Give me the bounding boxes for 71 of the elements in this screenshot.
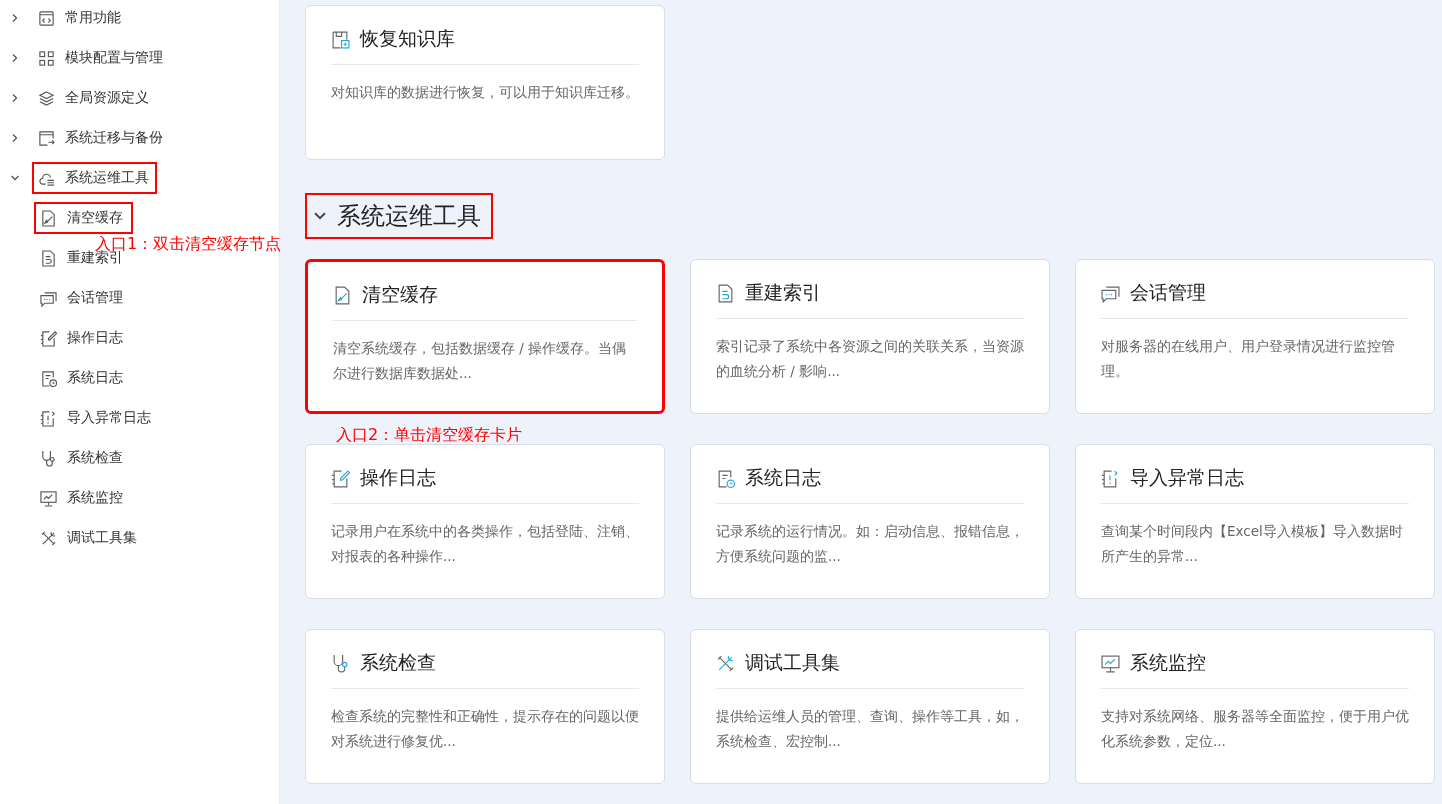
- card-description: 查询某个时间段内【Excel导入模板】导入数据时所产生的异常...: [1101, 522, 1404, 566]
- sidebar-item[interactable]: 系统监控: [36, 484, 131, 512]
- monitor-chart-icon: [1101, 653, 1120, 673]
- document-branch-icon: [40, 249, 57, 267]
- log-clock-icon: [40, 369, 57, 387]
- sidebar-item[interactable]: 系统运维工具: [34, 164, 155, 192]
- card-title: 操作日志: [360, 465, 436, 490]
- code-window-icon: [38, 9, 55, 27]
- tool-card[interactable]: 调试工具集 提供给运维人员的管理、查询、操作等工具，如，系统检查、宏控制...: [690, 629, 1050, 784]
- card-description: 清空系统缓存，包括数据缓存 / 操作缓存。当偶尔进行数据库数据处...: [333, 339, 628, 383]
- sidebar-item[interactable]: 全局资源定义: [34, 84, 155, 112]
- stethoscope-icon: [40, 449, 57, 467]
- document-alert-icon: [40, 409, 57, 427]
- card-title: 清空缓存: [362, 282, 438, 307]
- tool-card[interactable]: 操作日志 记录用户在系统中的各类操作，包括登陆、注销、对报表的各种操作...: [305, 444, 665, 599]
- card-description: 检查系统的完整性和正确性，提示存在的问题以便对系统进行修复优...: [331, 707, 639, 751]
- chevron-icon[interactable]: [10, 133, 20, 143]
- chevron-icon[interactable]: [10, 13, 20, 23]
- card-title: 恢复知识库: [360, 26, 455, 51]
- card-description: 索引记录了系统中各资源之间的关联关系，当资源的血统分析 / 影响...: [716, 337, 1024, 381]
- card-description: 记录用户在系统中的各类操作，包括登陆、注销、对报表的各种操作...: [331, 522, 639, 566]
- log-clock-icon: [716, 468, 735, 488]
- card-description: 对服务器的在线用户、用户登录情况进行监控管理。: [1101, 337, 1396, 381]
- sidebar-item[interactable]: 调试工具集: [36, 524, 145, 552]
- tool-card[interactable]: 系统检查 检查系统的完整性和正确性，提示存在的问题以便对系统进行修复优...: [305, 629, 665, 784]
- card-description: 支持对系统网络、服务器等全面监控，便于用户优化系统参数，定位...: [1101, 707, 1409, 751]
- document-restore-icon: [331, 29, 350, 49]
- sidebar-item[interactable]: 会话管理: [36, 284, 131, 312]
- document-branch-icon: [716, 283, 735, 303]
- monitor-chart-icon: [40, 489, 57, 507]
- card-title: 会话管理: [1130, 280, 1206, 305]
- tool-card[interactable]: 重建索引 索引记录了系统中各资源之间的关联关系，当资源的血统分析 / 影响...: [690, 259, 1050, 414]
- window-arrow-icon: [38, 129, 55, 147]
- sidebar-item[interactable]: 系统检查: [36, 444, 131, 472]
- tool-card[interactable]: 系统监控 支持对系统网络、服务器等全面监控，便于用户优化系统参数，定位...: [1075, 629, 1435, 784]
- card-title: 系统检查: [360, 650, 436, 675]
- pencil-note-icon: [40, 329, 57, 347]
- tool-card[interactable]: 导入异常日志 查询某个时间段内【Excel导入模板】导入数据时所产生的异常...: [1075, 444, 1435, 599]
- wrench-screwdriver-icon: [40, 529, 57, 547]
- annotation-text: 入口2：单击清空缓存卡片: [336, 425, 523, 446]
- layers-icon: [38, 89, 55, 107]
- sidebar-item[interactable]: 系统日志: [36, 364, 131, 392]
- card-description: 对知识库的数据进行恢复，可以用于知识库迁移。: [331, 83, 639, 102]
- document-alert-icon: [1101, 468, 1120, 488]
- tool-card[interactable]: 恢复知识库 对知识库的数据进行恢复，可以用于知识库迁移。: [305, 5, 665, 160]
- sidebar-item[interactable]: 导入异常日志: [36, 404, 159, 432]
- tool-card[interactable]: 会话管理 对服务器的在线用户、用户登录情况进行监控管理。: [1075, 259, 1435, 414]
- wrench-screwdriver-icon: [716, 653, 735, 673]
- card-title: 系统监控: [1130, 650, 1206, 675]
- chevron-icon[interactable]: [10, 53, 20, 63]
- card-title: 调试工具集: [745, 650, 840, 675]
- card-title: 导入异常日志: [1130, 465, 1244, 490]
- document-brush-icon: [40, 209, 57, 227]
- card-description: 提供给运维人员的管理、查询、操作等工具，如，系统检查、宏控制...: [716, 707, 1024, 751]
- document-brush-icon: [333, 285, 352, 305]
- pencil-note-icon: [331, 468, 350, 488]
- sidebar-item[interactable]: 常用功能: [34, 4, 127, 32]
- sidebar-item[interactable]: 操作日志: [36, 324, 131, 352]
- chevron-icon[interactable]: [10, 173, 20, 183]
- sidebar-item[interactable]: 模块配置与管理: [34, 44, 169, 72]
- sidebar-item[interactable]: 清空缓存: [36, 204, 131, 232]
- card-title: 系统日志: [745, 465, 821, 490]
- card-description: 记录系统的运行情况。如：启动信息、报错信息，方便系统问题的监...: [716, 522, 1024, 566]
- section-header[interactable]: 系统运维工具: [307, 195, 491, 237]
- chat-bubble-icon: [40, 289, 57, 307]
- card-title: 重建索引: [745, 280, 821, 305]
- grid-icon: [38, 49, 55, 67]
- tool-card[interactable]: 系统日志 记录系统的运行情况。如：启动信息、报错信息，方便系统问题的监...: [690, 444, 1050, 599]
- sidebar-item[interactable]: 系统迁移与备份: [34, 124, 169, 152]
- stethoscope-icon: [331, 653, 350, 673]
- chevron-icon[interactable]: [10, 93, 20, 103]
